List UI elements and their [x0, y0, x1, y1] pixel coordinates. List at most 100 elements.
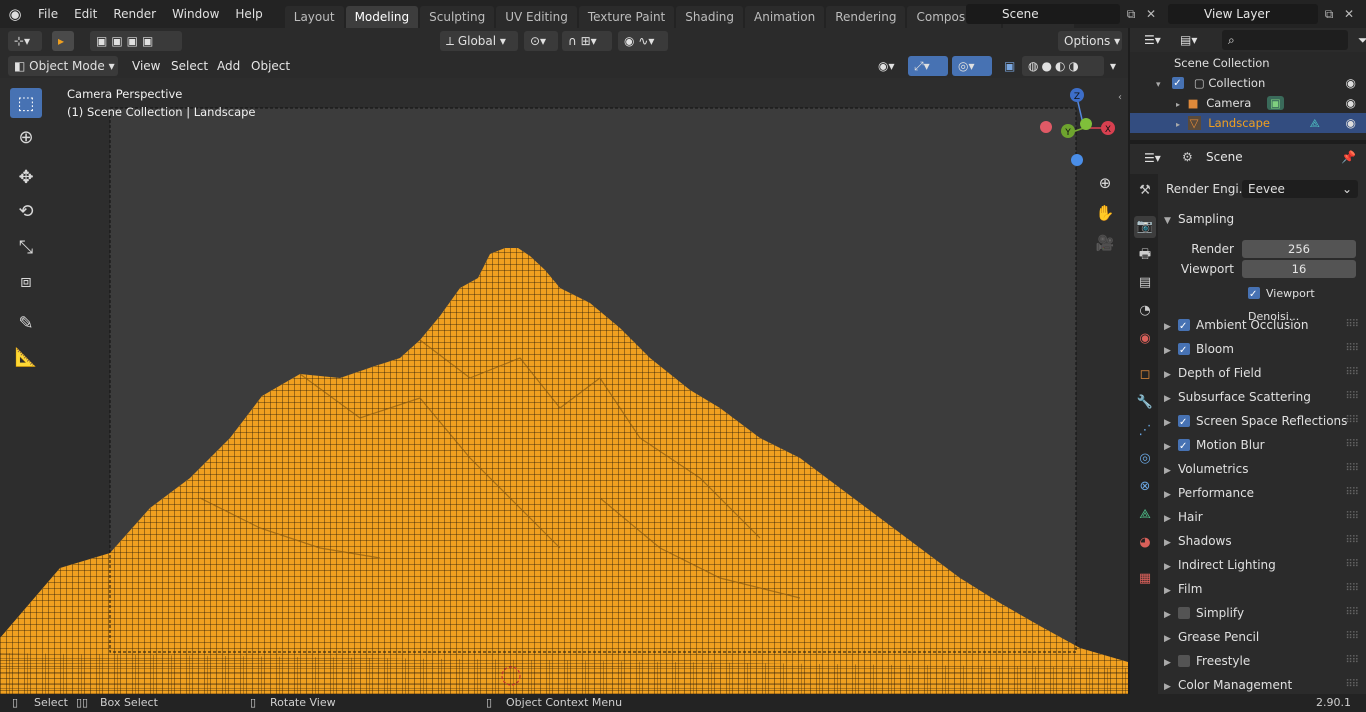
scene-tab-icon[interactable]: ◔ [1134, 300, 1156, 322]
filter-icon[interactable]: ⏷ [1352, 30, 1366, 50]
move-tool-icon[interactable]: ✥ [10, 162, 42, 192]
outliner-item-camera[interactable]: ▸ ■ Camera ▣ ◉ [1130, 93, 1366, 113]
overlay-toggle-icon[interactable]: ◎▾ [952, 56, 992, 76]
eye-icon[interactable]: ◉ [1346, 93, 1356, 113]
drag-handle-icon[interactable]: ⠿⠿ [1345, 482, 1359, 504]
new-view-layer-icon[interactable]: ⧉ [1320, 4, 1338, 24]
panel-enable-checkbox[interactable] [1178, 340, 1190, 362]
render-panel-header[interactable]: ▶ Freestyle ⠿⠿ [1164, 650, 1360, 672]
modifier-tab-icon[interactable]: 🔧 [1134, 392, 1156, 414]
object-tab-icon[interactable]: ◻ [1134, 364, 1156, 386]
gizmo-neg-y-icon[interactable] [1080, 118, 1092, 130]
gizmo-toggle-icon[interactable]: ⤢▾ [908, 56, 948, 76]
scale-tool-icon[interactable]: ⤡ [10, 232, 42, 262]
render-panel-header[interactable]: ▶ Grease Pencil ⠿⠿ [1164, 626, 1360, 648]
texture-tab-icon[interactable]: ▦ [1134, 568, 1156, 590]
select-tool-icon[interactable]: ▸ [52, 31, 74, 51]
outliner-editor-type-icon[interactable]: ☰▾ [1138, 30, 1168, 50]
pan-hand-icon[interactable]: ✋ [1094, 202, 1116, 224]
cursor-tool-icon[interactable]: ⊕ [10, 122, 42, 152]
outliner-scene-collection[interactable]: Scene Collection [1130, 53, 1366, 73]
render-panel-header[interactable]: ▶ Volumetrics ⠿⠿ [1164, 458, 1360, 480]
panel-enable-checkbox[interactable] [1178, 412, 1190, 434]
drag-handle-icon[interactable]: ⠿⠿ [1345, 458, 1359, 480]
mesh-data-icon[interactable]: ⟁ [1310, 116, 1320, 130]
output-tab-icon[interactable]: 🖶 [1134, 244, 1156, 266]
render-engine-select[interactable]: Eevee ⌄ [1242, 180, 1358, 198]
new-scene-icon[interactable]: ⧉ [1122, 4, 1140, 24]
drag-handle-icon[interactable]: ⠿⠿ [1345, 362, 1359, 384]
render-panel-header[interactable]: ▶ Depth of Field ⠿⠿ [1164, 362, 1360, 384]
transform-tool-icon[interactable]: ⧈ [10, 266, 42, 296]
menu-render[interactable]: Render [105, 7, 164, 21]
tab-layout[interactable]: Layout [284, 6, 344, 28]
tab-modeling[interactable]: Modeling [345, 6, 419, 28]
delete-view-layer-icon[interactable]: ✕ [1340, 4, 1358, 24]
panel-enable-checkbox[interactable] [1178, 436, 1190, 458]
tool-tab-icon[interactable]: ⚒ [1134, 180, 1156, 202]
drag-handle-icon[interactable]: ⠿⠿ [1345, 650, 1359, 672]
render-panel-header[interactable]: ▶ Bloom ⠿⠿ [1164, 338, 1360, 362]
blender-logo-icon[interactable]: ◉ [0, 0, 30, 28]
view-layer-tab-icon[interactable]: ▤ [1134, 272, 1156, 294]
drag-handle-icon[interactable]: ⠿⠿ [1345, 434, 1359, 456]
collapse-icon[interactable]: ▾ [1156, 80, 1161, 90]
tab-shading[interactable]: Shading [676, 6, 743, 28]
annotate-tool-icon[interactable]: ✎ [10, 308, 42, 338]
panel-enable-checkbox[interactable] [1178, 654, 1190, 667]
select-box-tool-icon[interactable]: ⬚ [10, 88, 42, 118]
snapping-icon[interactable]: ∩ ⊞▾ [562, 31, 612, 51]
constraints-tab-icon[interactable]: ⊗ [1134, 476, 1156, 498]
outliner-search-input[interactable]: ⌕ [1222, 30, 1348, 50]
zoom-icon[interactable]: ⊕ [1094, 172, 1116, 194]
measure-tool-icon[interactable]: 📐 [10, 342, 42, 372]
selection-mode-icons[interactable]: ▣▣▣▣ [90, 31, 182, 51]
render-panel-header[interactable]: ▶ Shadows ⠿⠿ [1164, 530, 1360, 552]
scene-name-field[interactable]: Scene [966, 4, 1120, 24]
drag-handle-icon[interactable]: ⠿⠿ [1345, 602, 1359, 624]
pivot-point-icon[interactable]: ⊙▾ [524, 31, 558, 51]
menu-object[interactable]: Object [251, 57, 290, 75]
drag-handle-icon[interactable]: ⠿⠿ [1345, 410, 1359, 432]
options-button[interactable]: Options ▾ [1058, 31, 1122, 51]
render-tab-icon[interactable]: 📷 [1134, 216, 1156, 238]
data-tab-icon[interactable]: ⟁ [1134, 504, 1156, 526]
view-layer-field[interactable]: View Layer [1168, 4, 1318, 24]
camera-data-icon[interactable]: ▣ [1267, 96, 1284, 110]
render-panel-header[interactable]: ▶ Subsurface Scattering ⠿⠿ [1164, 386, 1360, 408]
display-mode-icon[interactable]: ▤▾ [1174, 30, 1206, 50]
tab-rendering[interactable]: Rendering [826, 6, 906, 28]
panel-enable-checkbox[interactable] [1178, 606, 1190, 619]
transform-orientation-select[interactable]: ⟂ Global ▾ [440, 31, 518, 51]
drag-handle-icon[interactable]: ⠿⠿ [1345, 530, 1359, 552]
menu-window[interactable]: Window [164, 7, 227, 21]
gizmo-neg-x-icon[interactable] [1040, 121, 1052, 133]
drag-handle-icon[interactable]: ⠿⠿ [1345, 314, 1359, 336]
render-panel-header[interactable]: ▶ Performance ⠿⠿ [1164, 482, 1360, 504]
render-panel-header[interactable]: ▶ Ambient Occlusion ⠿⠿ [1164, 314, 1360, 338]
eye-icon[interactable]: ◉ [1346, 113, 1356, 133]
outliner-item-landscape[interactable]: ▸ ▽ Landscape ⟁ ◉ [1130, 113, 1366, 133]
drag-handle-icon[interactable]: ⠿⠿ [1345, 674, 1359, 696]
menu-help[interactable]: Help [227, 7, 270, 21]
3d-viewport[interactable]: Z X Y Camera Perspective (1) Scene Colle… [0, 78, 1128, 694]
exclude-checkbox[interactable] [1172, 74, 1185, 94]
drag-handle-icon[interactable]: ⠿⠿ [1345, 626, 1359, 648]
menu-view[interactable]: View [132, 57, 160, 75]
camera-view-icon[interactable]: 🎥 [1094, 232, 1116, 254]
tab-animation[interactable]: Animation [745, 6, 825, 28]
physics-tab-icon[interactable]: ◎ [1134, 448, 1156, 470]
expand-icon[interactable]: ▸ [1176, 120, 1180, 129]
render-panel-header[interactable]: ▶ Motion Blur ⠿⠿ [1164, 434, 1360, 458]
render-panel-header[interactable]: ▶ Indirect Lighting ⠿⠿ [1164, 554, 1360, 576]
panel-enable-checkbox[interactable] [1178, 316, 1190, 338]
drag-handle-icon[interactable]: ⠿⠿ [1345, 554, 1359, 576]
proportional-edit-icon[interactable]: ◉ ∿▾ [618, 31, 668, 51]
tab-texture-paint[interactable]: Texture Paint [578, 6, 675, 28]
tab-uv-editing[interactable]: UV Editing [496, 6, 577, 28]
render-panel-header[interactable]: ▶ Color Management ⠿⠿ [1164, 674, 1360, 696]
particles-tab-icon[interactable]: ⋰ [1134, 420, 1156, 442]
menu-edit[interactable]: Edit [66, 7, 105, 21]
properties-editor-type-icon[interactable]: ☰▾ [1138, 148, 1170, 168]
menu-add[interactable]: Add [217, 57, 240, 75]
